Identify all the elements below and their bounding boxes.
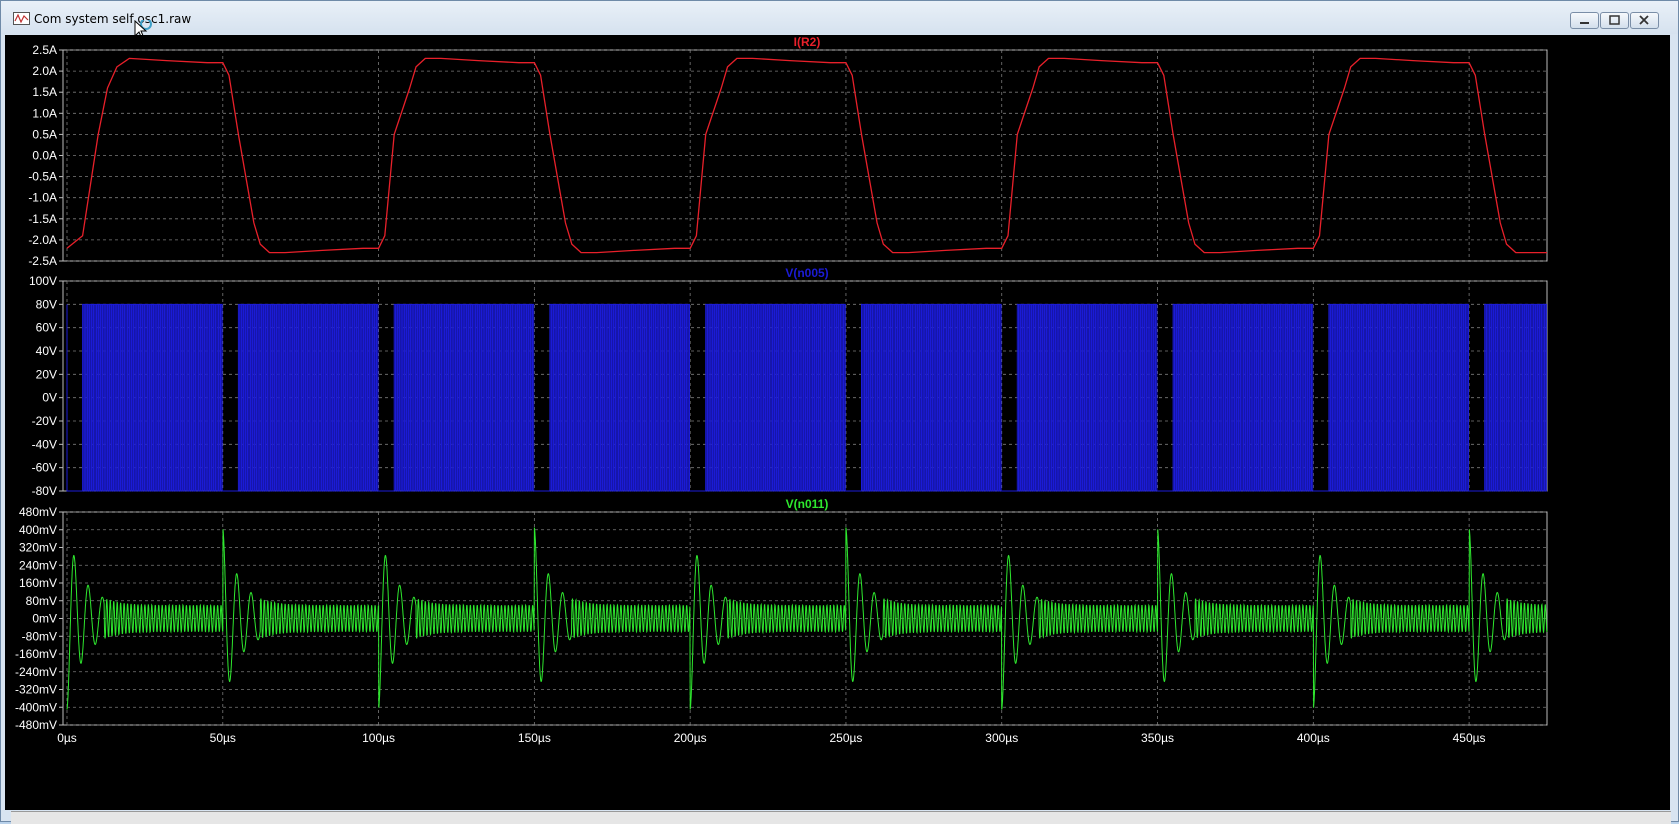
schematic-strip	[11, 811, 1671, 824]
x-tick-label: 250µs	[829, 731, 862, 745]
y-tick-label: 160mV	[19, 576, 57, 590]
y-tick-label: 1.0A	[32, 106, 57, 120]
y-tick-label: -2.5A	[28, 254, 57, 268]
y-tick-label: 0V	[42, 391, 57, 405]
x-tick-label: 150µs	[518, 731, 551, 745]
x-tick-label: 300µs	[985, 731, 1018, 745]
trace-v-n005	[66, 303, 1547, 492]
y-tick-label: 60V	[36, 321, 57, 335]
y-tick-label: -20V	[32, 414, 57, 428]
minimize-icon	[1580, 22, 1589, 24]
title-bar[interactable]: Com system self osc1.raw	[1, 1, 1678, 40]
y-tick-label: -80V	[32, 484, 57, 498]
trace-title: I(R2)	[794, 35, 821, 49]
y-tick-label: 0.0A	[32, 149, 57, 163]
trace-title: V(n011)	[786, 497, 829, 511]
close-icon	[1639, 15, 1649, 25]
y-tick-label: 20V	[36, 367, 57, 381]
plot-area[interactable]: 2.5A 2.0A 1.5A 1.0A 0.5A 0.0A -0.5A -1.0A -1.5A -…	[5, 35, 1670, 810]
y-tick-label: 400mV	[19, 523, 57, 537]
y-tick-label: -0.5A	[28, 170, 57, 184]
minimize-button[interactable]	[1570, 12, 1599, 29]
y-tick-label: -240mV	[15, 665, 57, 679]
y-tick-label: -2.0A	[28, 233, 57, 247]
y-tick-label: 2.0A	[32, 64, 57, 78]
x-tick-label: 200µs	[674, 731, 707, 745]
y-tick-label: -320mV	[15, 683, 57, 697]
y-tick-label: 80mV	[26, 594, 57, 608]
waveform-window: Com system self osc1.raw 2.5A 2.0A 1.5A 1.0…	[0, 0, 1679, 824]
maximize-icon	[1609, 15, 1620, 25]
y-tick-label: -480mV	[15, 718, 57, 732]
y-tick-label: -160mV	[15, 647, 57, 661]
y-tick-label: 320mV	[19, 541, 57, 555]
y-tick-label: 240mV	[19, 558, 57, 572]
y-tick-label: 100V	[29, 274, 57, 288]
y-tick-label: -40V	[32, 437, 57, 451]
x-tick-label: 450µs	[1453, 731, 1486, 745]
y-tick-label: -400mV	[15, 700, 57, 714]
y-tick-label: 40V	[36, 344, 57, 358]
y-tick-label: 480mV	[19, 505, 57, 519]
y-tick-label: -80mV	[22, 629, 57, 643]
y-tick-label: -60V	[32, 461, 57, 475]
window-title: Com system self osc1.raw	[34, 12, 192, 26]
x-tick-label: 50µs	[210, 731, 236, 745]
x-tick-label: 0µs	[57, 731, 77, 745]
maximize-button[interactable]	[1600, 12, 1629, 29]
x-tick-label: 350µs	[1141, 731, 1174, 745]
x-tick-label: 100µs	[362, 731, 395, 745]
plot-canvas[interactable]: 2.5A 2.0A 1.5A 1.0A 0.5A 0.0A -0.5A -1.0A -1.5A -…	[5, 35, 1670, 810]
y-tick-label: 1.5A	[32, 85, 57, 99]
close-button[interactable]	[1630, 12, 1659, 29]
x-tick-label: 400µs	[1297, 731, 1330, 745]
y-tick-label: -1.5A	[28, 212, 57, 226]
waveform-app-icon	[13, 12, 30, 25]
trace-v-n011	[66, 527, 1548, 710]
y-tick-label: 2.5A	[32, 43, 57, 57]
y-tick-label: 80V	[36, 297, 57, 311]
y-tick-label: -1.0A	[28, 191, 57, 205]
y-tick-label: 0.5A	[32, 127, 57, 141]
trace-title: V(n005)	[785, 266, 828, 280]
y-tick-label: 0mV	[32, 612, 57, 626]
